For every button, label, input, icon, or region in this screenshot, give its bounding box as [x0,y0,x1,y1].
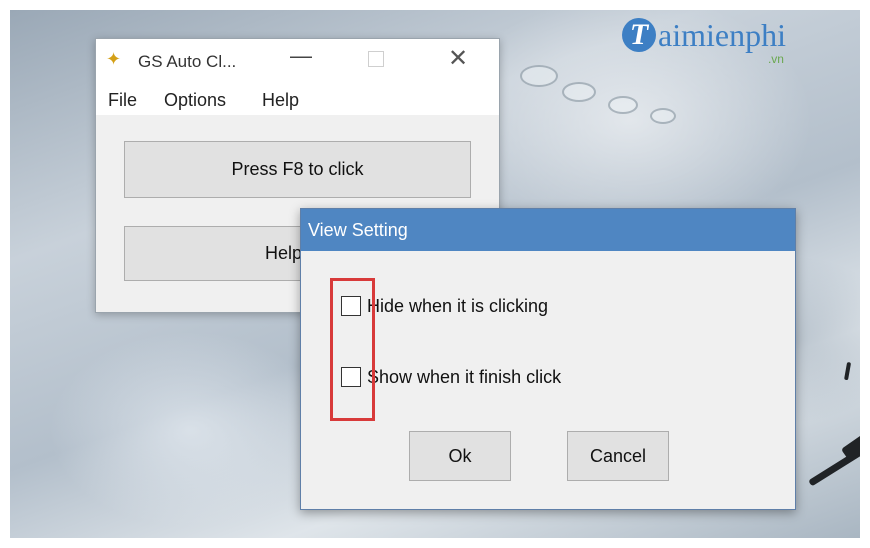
menubar: File Options Help [96,83,499,115]
dialog-titlebar[interactable]: View Setting [301,209,795,251]
show-when-finish-label[interactable]: Show when it finish click [367,367,561,388]
cancel-button[interactable]: Cancel [567,431,669,481]
view-setting-dialog: View Setting Hide when it is clicking Sh… [300,208,796,510]
brand-name: aimienphi .vn [658,17,786,66]
menu-file[interactable]: File [108,90,137,111]
highlight-box [330,278,375,421]
dialog-title: View Setting [308,220,408,240]
hide-when-clicking-label[interactable]: Hide when it is clicking [367,296,548,317]
app-star-icon: ✦ [106,49,122,69]
brand-suffix: .vn [767,52,784,66]
close-button[interactable]: ✕ [448,47,468,71]
cable-decoration [844,361,852,381]
cable-decoration [840,414,860,461]
ok-button[interactable]: Ok [409,431,511,481]
menu-options[interactable]: Options [164,90,226,111]
window-title: GS Auto Cl... [138,52,237,71]
brand-initial: T [622,18,656,52]
maximize-button[interactable] [368,51,384,67]
menu-help[interactable]: Help [262,90,299,111]
press-f8-button[interactable]: Press F8 to click [124,141,471,198]
watermark-logo: T aimienphi .vn [622,10,786,66]
minimize-button[interactable]: — [290,45,312,67]
main-titlebar[interactable]: ✦ GS Auto Cl... — ✕ [96,39,499,83]
